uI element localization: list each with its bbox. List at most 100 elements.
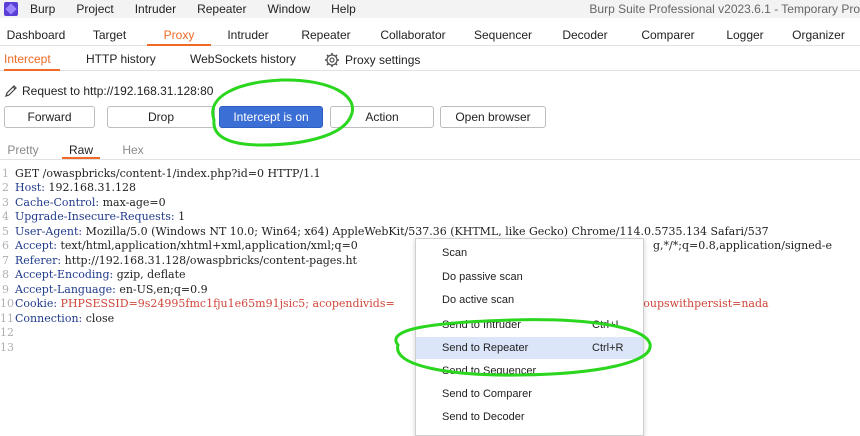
- intercept-toggle-button[interactable]: Intercept is on: [219, 106, 323, 128]
- header-value: 192.168.31.128: [45, 181, 136, 194]
- request-value: GET /owaspbricks/content-1/index.php?id=…: [15, 167, 321, 180]
- menu-project[interactable]: Project: [76, 2, 113, 16]
- menu-item-active-scan[interactable]: Do active scan: [416, 289, 643, 311]
- header-value: max-age=0: [99, 196, 166, 209]
- line-number: 11: [0, 312, 14, 325]
- proxy-settings-button[interactable]: Proxy settings: [324, 52, 420, 68]
- proxy-settings-label: Proxy settings: [345, 52, 421, 67]
- line-number: 4: [2, 210, 9, 223]
- header-key: Accept-Language:: [15, 283, 116, 296]
- line-number: 10: [0, 297, 14, 310]
- menu-help[interactable]: Help: [331, 2, 356, 16]
- request-line-4: Upgrade-Insecure-Requests: 1: [15, 210, 185, 223]
- request-line-3: Cache-Control: max-age=0: [15, 196, 166, 209]
- header-value: Mozilla/5.0 (Windows NT 10.0; Win64; x64…: [82, 225, 769, 238]
- header-value-tail: g,*/*;q=0.8,application/signed-e: [653, 239, 833, 252]
- line-number: 6: [2, 239, 9, 252]
- menu-item-shortcut: Ctrl+R: [592, 342, 624, 354]
- action-button[interactable]: Action: [330, 106, 434, 128]
- menu-item-label: Scan: [442, 247, 468, 259]
- line-number: 12: [0, 326, 14, 339]
- tab-hex[interactable]: Hex: [114, 142, 152, 159]
- menu-item-send-to-sequencer[interactable]: Send to Sequencer: [416, 360, 643, 382]
- gear-icon: [325, 52, 339, 67]
- pencil-icon: [5, 85, 17, 97]
- menu-burp[interactable]: Burp: [30, 2, 55, 16]
- menu-item-passive-scan[interactable]: Do passive scan: [416, 266, 643, 288]
- line-number: 5: [2, 225, 9, 238]
- subtab-http-history[interactable]: HTTP history: [86, 49, 164, 71]
- menu-item-label: Do passive scan: [442, 271, 523, 283]
- menu-window[interactable]: Window: [267, 2, 310, 16]
- forward-button[interactable]: Forward: [4, 106, 95, 128]
- proxy-subtab-bar: Intercept HTTP history WebSockets histor…: [0, 49, 860, 71]
- tab-proxy[interactable]: Proxy: [147, 24, 211, 46]
- tab-sequencer[interactable]: Sequencer: [459, 24, 547, 46]
- menu-item-label: Send to Intruder: [442, 319, 521, 331]
- menu-repeater[interactable]: Repeater: [197, 2, 246, 16]
- menu-item-send-to-comparer[interactable]: Send to Comparer: [416, 383, 643, 405]
- tab-target[interactable]: Target: [72, 24, 147, 46]
- tab-logger[interactable]: Logger: [713, 24, 777, 46]
- menu-item-shortcut: Ctrl+I: [592, 319, 619, 331]
- context-menu: Scan Do passive scan Do active scan Send…: [415, 238, 644, 436]
- request-line-8: Accept-Encoding: gzip, deflate: [15, 268, 186, 281]
- header-key: Accept-Encoding:: [15, 268, 114, 281]
- cookie-value: PHPSESSID=9s24995fmc1fju1e65m91jsic5; ac…: [57, 297, 395, 310]
- header-key: Cookie:: [15, 297, 58, 310]
- tab-repeater[interactable]: Repeater: [285, 24, 367, 46]
- menu-item-label: Send to Decoder: [442, 411, 525, 423]
- header-key: User-Agent:: [15, 225, 83, 238]
- editor-tab-bar: Pretty Raw Hex: [0, 142, 860, 160]
- tab-intruder[interactable]: Intruder: [211, 24, 285, 46]
- subtab-intercept[interactable]: Intercept: [4, 49, 60, 71]
- request-target-label: Request to http://192.168.31.128:80: [22, 84, 214, 98]
- request-line-1: GET /owaspbricks/content-1/index.php?id=…: [15, 167, 321, 180]
- menu-item-label: Send to Sequencer: [442, 365, 537, 377]
- tab-pretty[interactable]: Pretty: [4, 142, 42, 159]
- header-value: en-US,en;q=0.9: [115, 283, 208, 296]
- tab-raw[interactable]: Raw: [62, 142, 100, 159]
- request-line-10: Cookie: PHPSESSID=9s24995fmc1fju1e65m91j…: [15, 297, 395, 310]
- request-line-7: Referer: http://192.168.31.128/owaspbric…: [15, 254, 357, 267]
- header-key: Cache-Control:: [15, 196, 100, 209]
- header-key: Accept:: [15, 239, 57, 252]
- request-target: Request to http://192.168.31.128:80: [4, 84, 213, 98]
- header-value: 1: [174, 210, 186, 223]
- tab-dashboard[interactable]: Dashboard: [0, 24, 72, 46]
- menu-item-send-to-repeater[interactable]: Send to Repeater Ctrl+R: [416, 337, 643, 359]
- tab-decoder[interactable]: Decoder: [547, 24, 623, 46]
- tab-comparer[interactable]: Comparer: [623, 24, 713, 46]
- header-value: close: [82, 312, 115, 325]
- header-key: Host:: [15, 181, 45, 194]
- header-value: text/html,application/xhtml+xml,applicat…: [56, 239, 358, 252]
- header-key: Referer:: [15, 254, 62, 267]
- line-number: 2: [2, 181, 9, 194]
- header-value: gzip, deflate: [113, 268, 186, 281]
- line-number: 9: [2, 283, 9, 296]
- cookie-value-tail: roupswithpersist=nada: [638, 297, 769, 310]
- request-line-11: Connection: close: [15, 312, 114, 325]
- main-tab-bar: Dashboard Target Proxy Intruder Repeater…: [0, 24, 860, 46]
- line-number: 8: [2, 268, 9, 281]
- menu-item-label: Do active scan: [442, 294, 515, 306]
- request-line-9: Accept-Language: en-US,en;q=0.9: [15, 283, 208, 296]
- header-value: http://192.168.31.128/owaspbricks/conten…: [61, 254, 357, 267]
- menu-item-label: Send to Comparer: [442, 388, 532, 400]
- subtab-websockets-history[interactable]: WebSockets history: [190, 49, 302, 71]
- menu-item-send-to-decoder[interactable]: Send to Decoder: [416, 406, 643, 428]
- menu-item-label: Send to Repeater: [442, 342, 529, 354]
- drop-button[interactable]: Drop: [107, 106, 215, 128]
- tab-collaborator[interactable]: Collaborator: [367, 24, 459, 46]
- open-browser-button[interactable]: Open browser: [440, 106, 546, 128]
- request-line-5: User-Agent: Mozilla/5.0 (Windows NT 10.0…: [15, 225, 769, 238]
- window-title: Burp Suite Professional v2023.6.1 - Temp…: [589, 2, 860, 16]
- request-line-6: Accept: text/html,application/xhtml+xml,…: [15, 239, 358, 252]
- menu-item-send-to-intruder[interactable]: Send to Intruder Ctrl+I: [416, 314, 643, 336]
- menu-bar: Burp Project Intruder Repeater Window He…: [0, 0, 860, 18]
- header-key: Connection:: [15, 312, 83, 325]
- menu-item-scan[interactable]: Scan: [416, 242, 643, 264]
- tab-organizer[interactable]: Organizer: [777, 24, 860, 46]
- request-line-2: Host: 192.168.31.128: [15, 181, 136, 194]
- menu-intruder[interactable]: Intruder: [135, 2, 176, 16]
